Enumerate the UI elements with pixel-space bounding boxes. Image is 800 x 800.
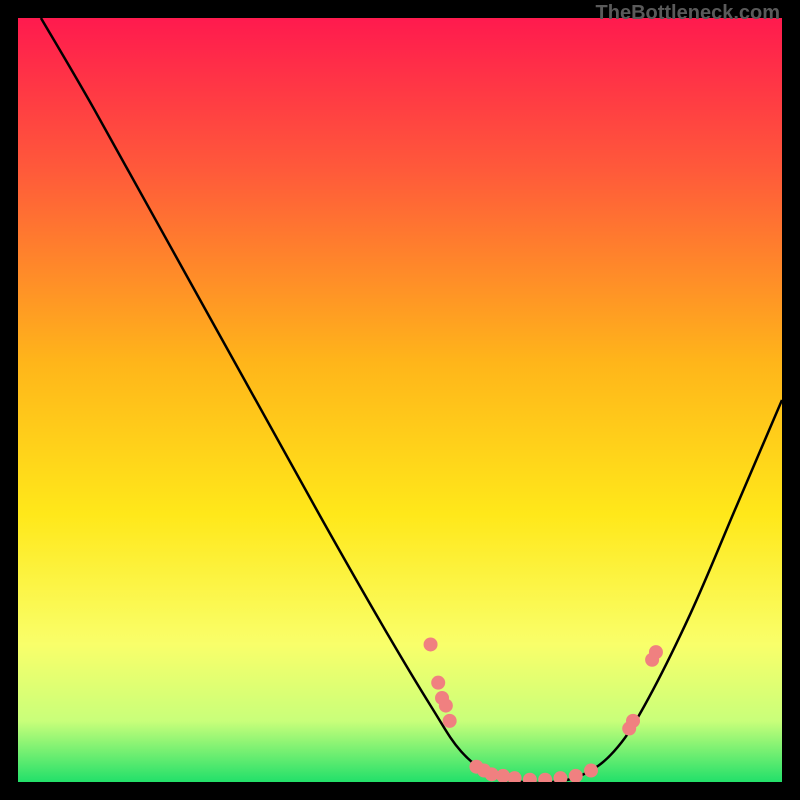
data-point <box>649 645 663 659</box>
data-point <box>424 637 438 651</box>
chart-svg <box>18 18 782 782</box>
data-point <box>584 764 598 778</box>
data-point <box>626 714 640 728</box>
data-point <box>439 699 453 713</box>
chart-plot-area <box>18 18 782 782</box>
data-point <box>443 714 457 728</box>
chart-background <box>18 18 782 782</box>
data-point <box>431 676 445 690</box>
watermark-text: TheBottleneck.com <box>596 2 780 25</box>
